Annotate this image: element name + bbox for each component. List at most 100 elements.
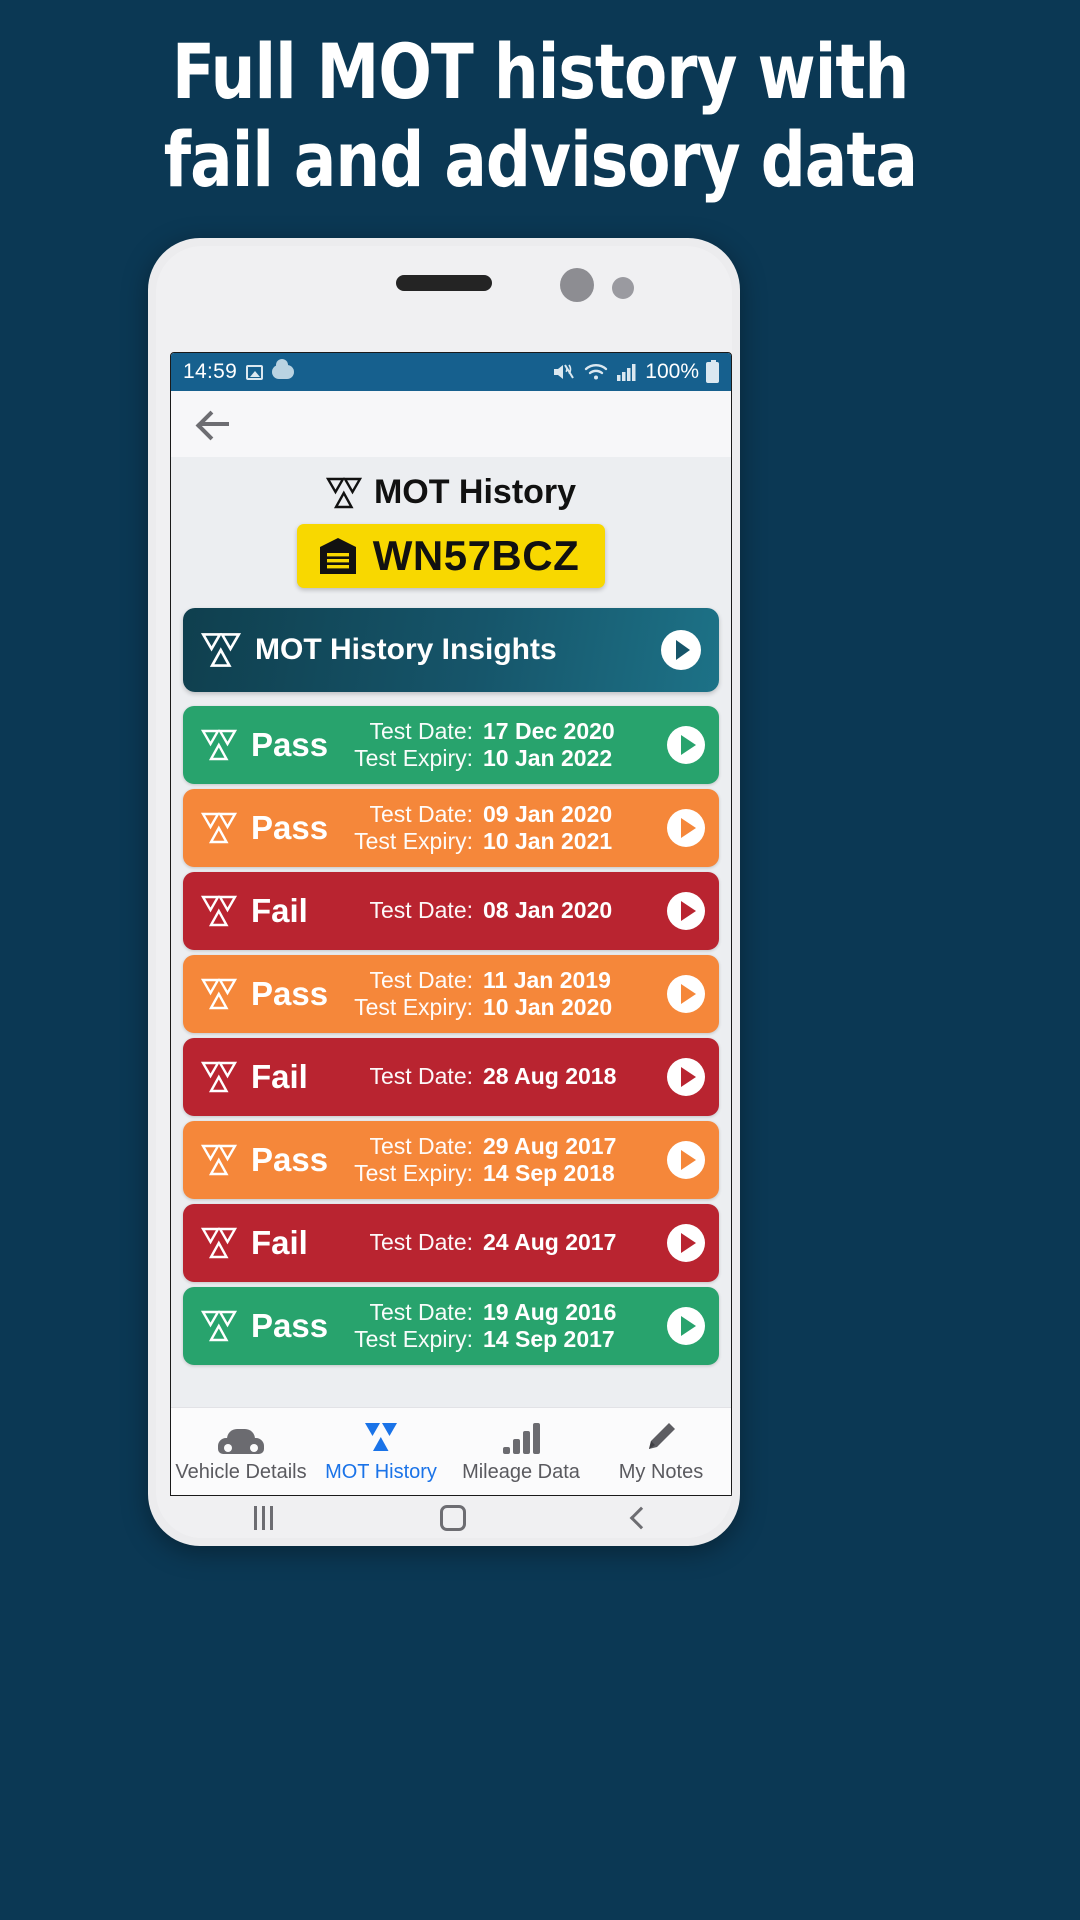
record-dates: Test Date: 24 Aug 2017 [369,1229,655,1256]
home-icon[interactable] [439,1505,466,1531]
test-date-label: Test Date: [369,1298,473,1325]
mot-record-row[interactable]: Fail Test Date: 24 Aug 2017 [183,1204,719,1282]
status-bar-left: 14:59 [183,359,295,384]
car-icon [218,1420,264,1454]
battery-icon [706,359,719,383]
test-date-value: 17 Dec 2020 [483,717,615,744]
tab-vehicle-details[interactable]: Vehicle Details [171,1420,311,1484]
insights-label: MOT History Insights [255,633,557,666]
record-dates: Test Date: 29 Aug 2017 Test Expiry: 14 Sep … [354,1133,655,1187]
test-date-line: Test Date: 09 Jan 2020 [354,801,655,828]
test-expiry-line: Test Expiry: 10 Jan 2020 [354,994,655,1021]
test-expiry-value: 10 Jan 2020 [483,994,613,1020]
test-date-line: Test Date: 24 Aug 2017 [369,1229,655,1256]
record-status: Fail [251,1058,308,1095]
tab-mileage-data[interactable]: Mileage Data [451,1420,591,1484]
mot-triangle-icon [201,633,241,667]
tab-label: MOT History [325,1460,437,1483]
record-dates: Test Date: 28 Aug 2018 [369,1063,655,1090]
play-arrow-icon[interactable] [661,630,701,670]
record-dates: Test Date: 11 Jan 2019 Test Expiry: 10 Jan … [354,967,655,1021]
bottom-tab-bar: Vehicle Details MOT History Mileage Data… [171,1407,731,1495]
test-expiry-label: Test Expiry: [354,1160,473,1186]
mot-record-row[interactable]: Fail Test Date: 28 Aug 2018 [183,1038,719,1116]
record-status: Pass [251,726,329,763]
mot-record-row[interactable]: Pass Test Date: 11 Jan 2019 Test Expiry: 10 … [183,955,719,1033]
mot-record-row[interactable]: Pass Test Date: 19 Aug 2016 Test Expiry: 14 … [183,1287,719,1365]
android-navigation-bar [170,1496,732,1538]
photo-icon [246,364,264,380]
play-arrow-icon[interactable] [667,726,705,764]
bar-chart-icon [502,1420,540,1454]
tab-my-notes[interactable]: My Notes [591,1420,731,1484]
promo-headline: Full MOT history with fail and advisory … [0,0,1080,232]
record-status: Pass [251,809,329,846]
mot-triangle-icon [363,1420,399,1454]
mot-triangle-icon [201,729,237,761]
plate-container: WN57BCZ [171,518,731,602]
test-expiry-label: Test Expiry: [354,1326,473,1352]
play-arrow-icon[interactable] [667,809,705,847]
registration-plate[interactable]: WN57BCZ [296,524,606,588]
record-dates: Test Date: 09 Jan 2020 Test Expiry: 10 Jan … [354,801,655,855]
mot-triangle-icon [201,1061,237,1093]
test-expiry-line: Test Expiry: 10 Jan 2021 [354,828,655,855]
tab-mot-history[interactable]: MOT History [311,1420,451,1484]
test-date-value: 19 Aug 2016 [483,1298,617,1325]
back-arrow-icon[interactable] [199,407,233,441]
test-date-value: 11 Jan 2019 [483,966,611,993]
test-expiry-label: Test Expiry: [354,745,473,771]
phone-body: 14:59 100% MOT History WN57BCZ MOT Histo… [156,246,732,1538]
record-dates: Test Date: 08 Jan 2020 [369,897,655,924]
play-arrow-icon[interactable] [667,1141,705,1179]
test-date-label: Test Date: [369,966,473,993]
test-expiry-line: Test Expiry: 10 Jan 2022 [354,745,655,772]
clock-label: 14:59 [183,360,238,383]
mot-records-list: Pass Test Date: 17 Dec 2020 Test Expiry: 10 … [171,706,731,1365]
test-date-line: Test Date: 08 Jan 2020 [369,897,655,924]
mot-record-row[interactable]: Pass Test Date: 29 Aug 2017 Test Expiry: 14 … [183,1121,719,1199]
play-arrow-icon[interactable] [667,975,705,1013]
record-dates: Test Date: 19 Aug 2016 Test Expiry: 14 Sep … [354,1299,655,1353]
play-arrow-icon[interactable] [667,1307,705,1345]
mot-record-row[interactable]: Fail Test Date: 08 Jan 2020 [183,872,719,950]
play-arrow-icon[interactable] [667,1224,705,1262]
test-expiry-line: Test Expiry: 14 Sep 2017 [354,1326,655,1353]
signal-icon [617,364,636,381]
test-date-label: Test Date: [369,800,473,827]
test-date-label: Test Date: [369,717,473,744]
front-camera-icon [560,268,594,302]
back-icon[interactable] [629,1506,652,1530]
earpiece-speaker [396,275,492,291]
test-date-label: Test Date: [369,897,473,924]
recent-apps-icon[interactable] [253,1506,273,1530]
page-title-row: MOT History [171,457,731,518]
phone-screen: 14:59 100% MOT History WN57BCZ MOT Histo… [170,352,732,1496]
record-status: Fail [251,1224,308,1261]
record-status: Pass [251,1307,329,1344]
mot-insights-banner[interactable]: MOT History Insights [183,608,719,692]
test-date-value: 09 Jan 2020 [483,800,613,827]
wifi-icon [585,364,608,380]
mot-triangle-icon [201,895,237,927]
test-date-label: Test Date: [369,1229,473,1256]
play-arrow-icon[interactable] [667,892,705,930]
cloud-icon [272,359,295,379]
test-date-value: 28 Aug 2018 [483,1063,617,1090]
record-dates: Test Date: 17 Dec 2020 Test Expiry: 10 Jan … [354,718,655,772]
mot-record-row[interactable]: Pass Test Date: 09 Jan 2020 Test Expiry: 10 … [183,789,719,867]
garage-icon [319,538,356,574]
mot-triangle-icon [325,477,362,508]
mot-triangle-icon [201,1310,237,1342]
mot-record-row[interactable]: Pass Test Date: 17 Dec 2020 Test Expiry: 10 … [183,706,719,784]
test-expiry-line: Test Expiry: 14 Sep 2018 [354,1160,655,1187]
test-date-line: Test Date: 17 Dec 2020 [354,718,655,745]
record-status: Pass [251,1141,329,1178]
app-toolbar [171,391,731,457]
record-status: Pass [251,975,329,1012]
test-date-line: Test Date: 11 Jan 2019 [354,967,655,994]
play-arrow-icon[interactable] [667,1058,705,1096]
test-date-value: 29 Aug 2017 [483,1132,617,1159]
test-expiry-label: Test Expiry: [354,828,473,854]
record-status: Fail [251,892,308,929]
